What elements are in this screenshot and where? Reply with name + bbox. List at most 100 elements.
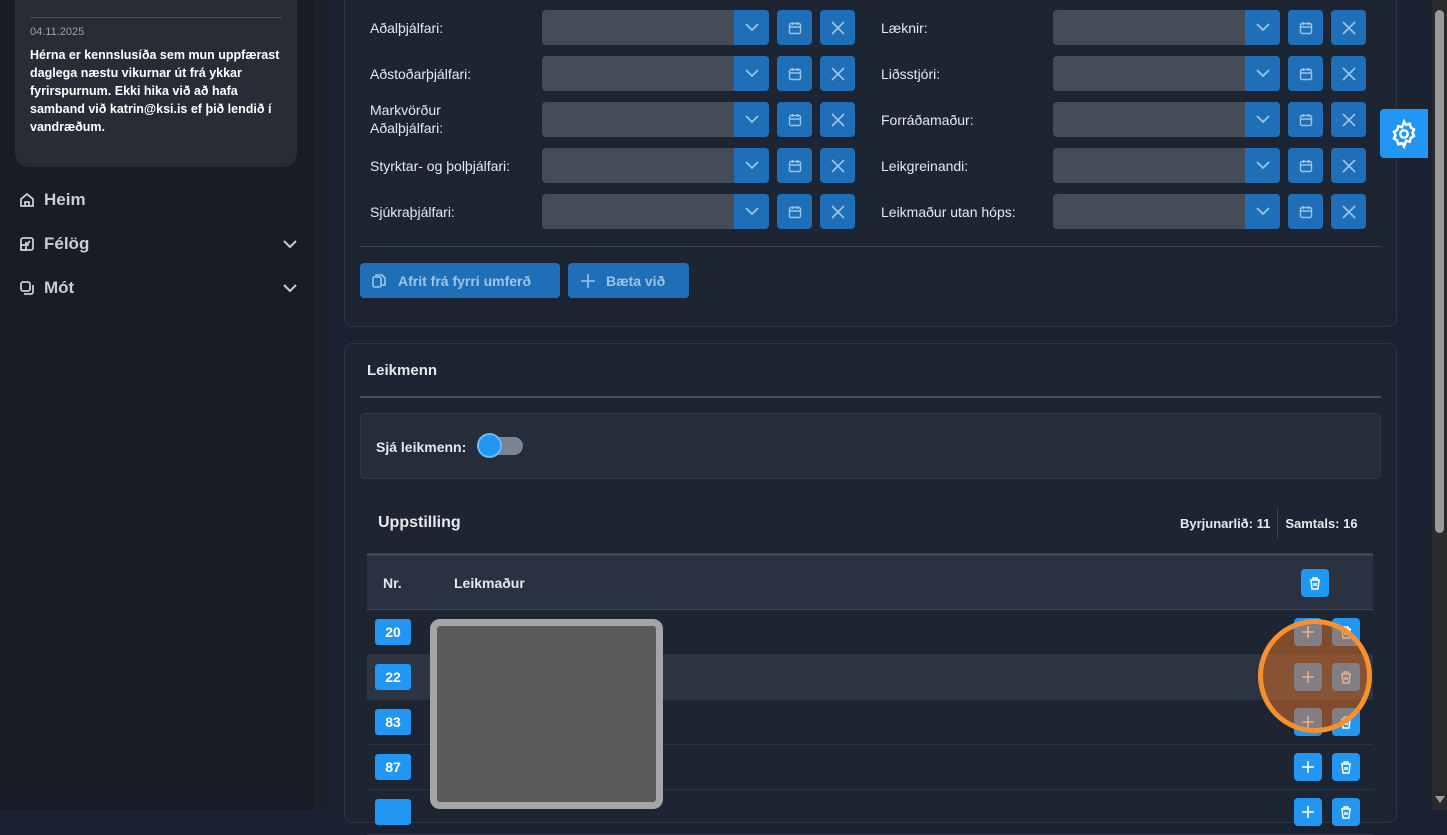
date-button[interactable] [777, 10, 812, 45]
add-label: Bæta við [606, 272, 666, 289]
calendar-icon [788, 205, 801, 218]
date-button[interactable] [777, 102, 812, 137]
chevron-down-icon [1255, 69, 1270, 78]
remove-player-button[interactable] [1332, 798, 1360, 826]
date-button[interactable] [777, 148, 812, 183]
close-icon [1341, 204, 1356, 219]
staff-select[interactable] [1053, 102, 1280, 137]
date-button[interactable] [777, 194, 812, 229]
sidebar-item-label: Mót [44, 278, 75, 297]
clear-button[interactable] [820, 102, 855, 137]
chevron-down-icon[interactable] [282, 278, 298, 298]
date-button[interactable] [1288, 10, 1323, 45]
date-button[interactable] [1288, 102, 1323, 137]
tournaments-icon [18, 279, 36, 297]
staff-role-label: Forráðamaður: [881, 112, 974, 128]
date-button[interactable] [1288, 56, 1323, 91]
clear-button[interactable] [820, 10, 855, 45]
staff-role-label: Aðstoðarþjálfari: [370, 66, 472, 82]
close-icon [830, 204, 845, 219]
clear-button[interactable] [820, 56, 855, 91]
table-header: Nr. Leikmaður [367, 553, 1373, 610]
calendar-icon [1299, 67, 1312, 80]
staff-role-label: Leikgreinandi: [881, 158, 969, 174]
date-button[interactable] [1288, 148, 1323, 183]
clear-button[interactable] [1331, 102, 1366, 137]
staff-select[interactable] [1053, 148, 1280, 183]
scrollbar-thumb[interactable] [1435, 10, 1444, 533]
clear-button[interactable] [1331, 10, 1366, 45]
calendar-icon [1299, 21, 1312, 34]
staff-role-label: Markvörður Aðalþjálfari: [370, 102, 444, 136]
staff-select[interactable] [542, 102, 769, 137]
close-icon [830, 66, 845, 81]
scroll-down-arrow-icon[interactable] [1435, 796, 1445, 803]
total-count: Samtals: 16 [1285, 515, 1358, 531]
player-number-badge: 87 [375, 754, 411, 780]
calendar-icon [1299, 205, 1312, 218]
chevron-down-icon[interactable] [282, 234, 298, 254]
add-player-button[interactable] [1294, 798, 1322, 826]
clear-button[interactable] [820, 194, 855, 229]
divider [360, 396, 1381, 398]
dropdown-toggle[interactable] [1245, 148, 1280, 183]
dropdown-toggle[interactable] [734, 56, 769, 91]
gear-icon [1392, 118, 1416, 149]
date-button[interactable] [1288, 194, 1323, 229]
clear-button[interactable] [820, 148, 855, 183]
lineup-title: Uppstilling [378, 514, 461, 531]
dropdown-toggle[interactable] [1245, 10, 1280, 45]
close-icon [1341, 158, 1356, 173]
staff-role-label: Sjúkraþjálfari: [370, 204, 455, 220]
staff-select[interactable] [1053, 194, 1280, 229]
dropdown-toggle[interactable] [734, 194, 769, 229]
staff-select[interactable] [1053, 56, 1280, 91]
clear-button[interactable] [1331, 194, 1366, 229]
delete-all-button[interactable] [1301, 569, 1329, 597]
sidebar-item-label: Félög [44, 234, 90, 253]
toggle-knob [477, 433, 502, 458]
staff-select[interactable] [542, 194, 769, 229]
copy-icon [372, 273, 386, 288]
close-icon [1341, 20, 1356, 35]
sidebar: 04.11.2025 Hérna er kennslusíða sem mun … [0, 0, 315, 810]
staff-select[interactable] [542, 10, 769, 45]
staff-select[interactable] [542, 56, 769, 91]
add-player-button[interactable] [1294, 753, 1322, 781]
chevron-down-icon [744, 115, 759, 124]
add-button[interactable]: Bæta við [568, 263, 689, 298]
sidebar-item-heim[interactable]: Heim [18, 188, 298, 212]
clear-button[interactable] [1331, 148, 1366, 183]
scrollbar[interactable] [1432, 0, 1447, 810]
remove-player-button[interactable] [1332, 753, 1360, 781]
plus-icon [1302, 806, 1314, 818]
clear-button[interactable] [1331, 56, 1366, 91]
dropdown-toggle[interactable] [1245, 102, 1280, 137]
date-button[interactable] [777, 56, 812, 91]
starting-count: Byrjunarlið: 11 [1180, 515, 1271, 531]
settings-button[interactable] [1380, 109, 1428, 158]
dropdown-toggle[interactable] [734, 102, 769, 137]
dropdown-toggle[interactable] [734, 10, 769, 45]
copy-previous-round-label: Afrit frá fyrri umferð [398, 272, 532, 289]
dropdown-toggle[interactable] [734, 148, 769, 183]
dropdown-toggle[interactable] [1245, 56, 1280, 91]
dropdown-toggle[interactable] [1245, 194, 1280, 229]
close-icon [830, 112, 845, 127]
sidebar-item-mot[interactable]: Mót [18, 276, 298, 300]
chevron-down-icon [1255, 207, 1270, 216]
show-players-toggle[interactable] [477, 433, 523, 458]
staff-select[interactable] [1053, 10, 1280, 45]
chevron-down-icon [1255, 115, 1270, 124]
sidebar-item-felog[interactable]: Félög [18, 232, 298, 256]
chevron-down-icon [744, 161, 759, 170]
player-number-badge: 20 [375, 619, 411, 645]
copy-previous-round-button[interactable]: Afrit frá fyrri umferð [360, 263, 560, 298]
player-number-badge: 83 [375, 709, 411, 735]
divider [30, 17, 282, 18]
close-icon [1341, 66, 1356, 81]
staff-select[interactable] [542, 148, 769, 183]
announcement-message: Hérna er kennslusíða sem mun uppfærast d… [30, 48, 280, 134]
column-header-player: Leikmaður [454, 575, 525, 591]
chevron-down-icon [1255, 161, 1270, 170]
